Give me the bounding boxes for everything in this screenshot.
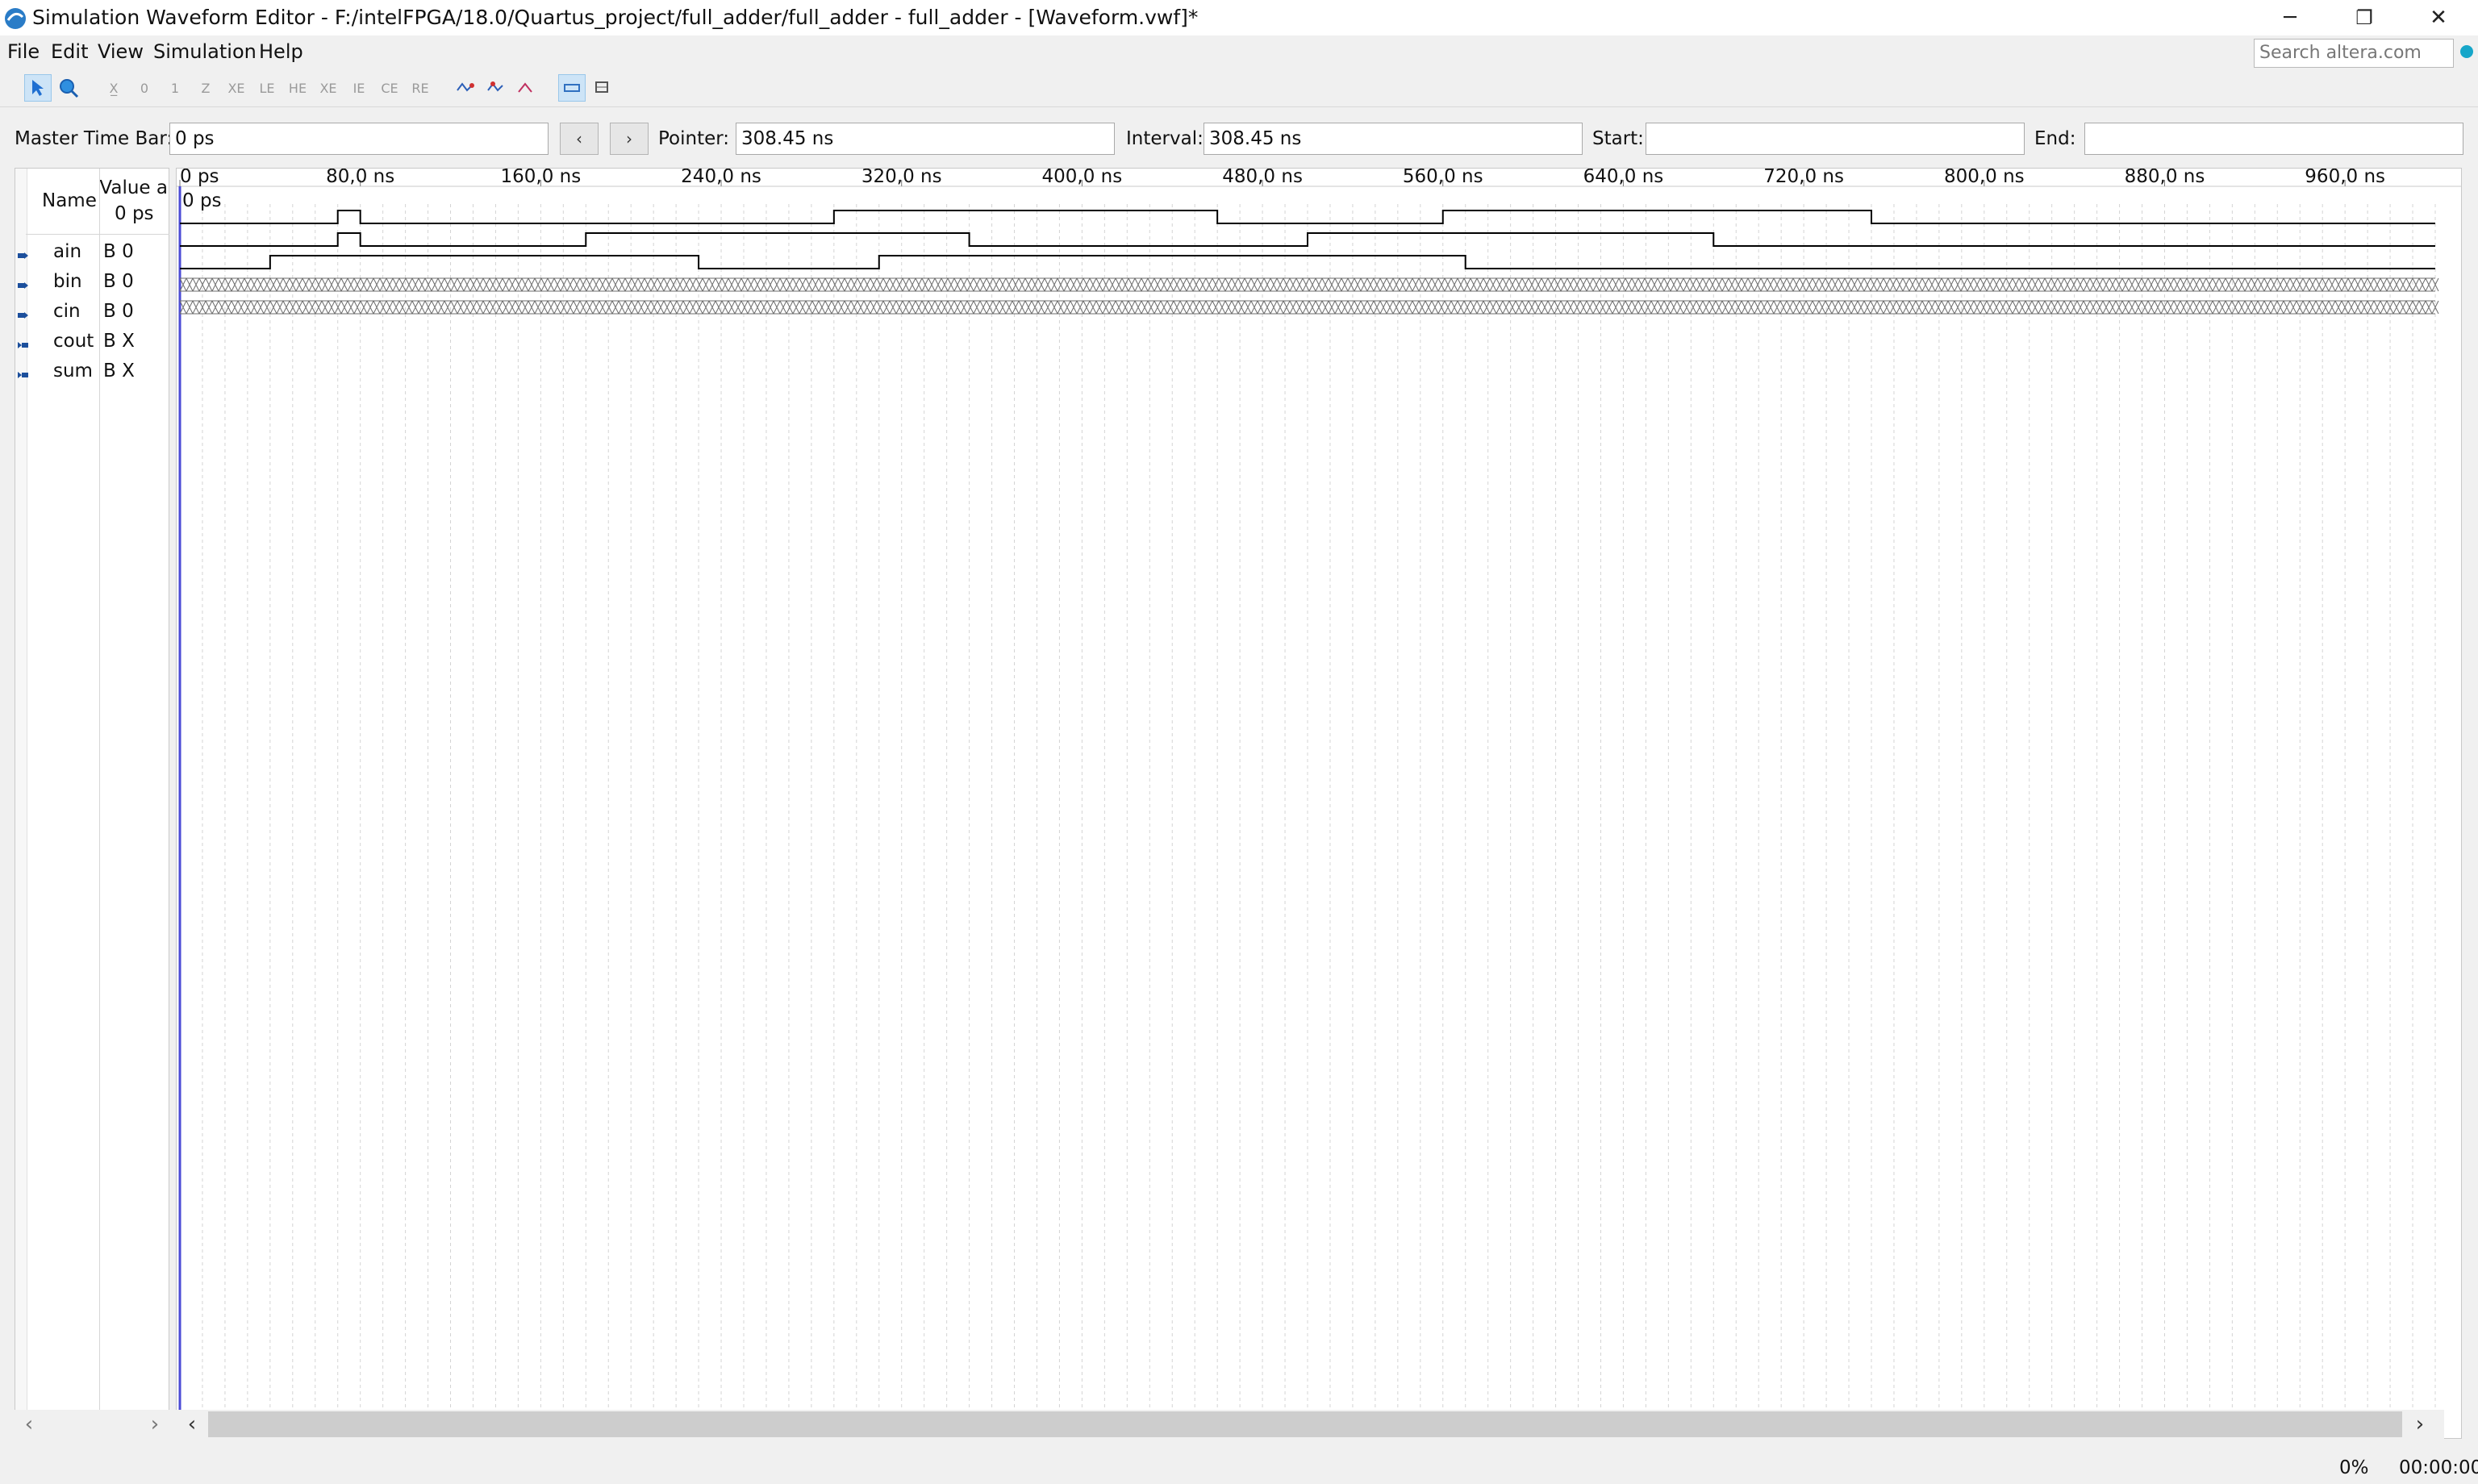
- scroll-right-icon[interactable]: ›: [140, 1410, 169, 1439]
- force-low-icon[interactable]: 0: [131, 74, 158, 102]
- random-values-icon[interactable]: [452, 74, 479, 102]
- tick-label: 480,0 ns: [1222, 169, 1303, 187]
- waveform-canvas[interactable]: 0 ps 80,0 ns 160,0 ns 240,0 ns 320,0 ns 400,0…: [177, 169, 2462, 1411]
- waveform-panel[interactable]: 0 ps 80,0 ns 160,0 ns 240,0 ns 320,0 ns 400,0…: [176, 168, 2462, 1439]
- signal-row-bin[interactable]: bin B 0: [15, 267, 169, 297]
- end-label: End:: [2034, 128, 2076, 149]
- tick-label: 880,0 ns: [2125, 169, 2205, 187]
- previous-transition-button[interactable]: ‹: [560, 123, 599, 155]
- app-icon: [3, 6, 27, 31]
- master-time-bar-field[interactable]: 0 ps: [169, 123, 549, 155]
- menu-edit[interactable]: Edit: [51, 39, 88, 65]
- next-transition-button[interactable]: ›: [610, 123, 649, 155]
- signal-row-cin[interactable]: cin B 0: [15, 297, 169, 327]
- value-column-header[interactable]: Value a: [100, 177, 168, 198]
- input-pin-icon: [18, 248, 29, 259]
- tick-label: 800,0 ns: [1944, 169, 2025, 187]
- tick-label: 640,0 ns: [1583, 169, 1664, 187]
- signal-row-sum[interactable]: sum B X: [15, 356, 169, 386]
- tick-label: 720,0 ns: [1763, 169, 1844, 187]
- start-label: Start:: [1592, 128, 1644, 149]
- pointer-label: Pointer:: [658, 128, 730, 149]
- close-button[interactable]: ✕: [2402, 0, 2475, 35]
- grid-options-icon[interactable]: [589, 74, 616, 102]
- tick-label: 240,0 ns: [681, 169, 761, 187]
- sort-icon[interactable]: [513, 74, 540, 102]
- tick-label: 960,0 ns: [2305, 169, 2385, 187]
- header-divider: [26, 234, 169, 235]
- tick-label: 400,0 ns: [1042, 169, 1123, 187]
- signal-name: sum: [53, 361, 93, 381]
- zoom-tool-icon[interactable]: [55, 74, 82, 102]
- signal-name: cin: [53, 301, 81, 322]
- force-high-icon[interactable]: 1: [161, 74, 189, 102]
- interval-field: 308.45 ns: [1204, 123, 1583, 155]
- input-pin-icon: [18, 307, 29, 319]
- horizontal-scrollbar-thumb[interactable]: [208, 1411, 2402, 1437]
- undefined-waveform-sum: [179, 300, 2439, 315]
- end-field: [2084, 123, 2463, 155]
- name-column-header[interactable]: Name: [42, 190, 97, 211]
- signal-row-cout[interactable]: cout B X: [15, 327, 169, 356]
- tick-label: 0 ps: [180, 169, 219, 187]
- window-title: Simulation Waveform Editor - F:/intelFPG…: [32, 6, 1199, 29]
- force-unknown-icon[interactable]: X̲: [100, 74, 127, 102]
- toolbar-divider: [0, 106, 2478, 107]
- search-go-icon[interactable]: [2460, 45, 2473, 58]
- overwrite-clock-icon[interactable]: RE: [407, 74, 434, 102]
- force-weak-high-icon[interactable]: HE: [284, 74, 311, 102]
- menu-help[interactable]: Help: [259, 39, 303, 65]
- wave-scroll-right-icon[interactable]: ›: [2405, 1410, 2434, 1439]
- undefined-waveform-cout: [179, 277, 2439, 292]
- count-value-icon[interactable]: CE: [376, 74, 403, 102]
- signal-name: cout: [53, 331, 94, 352]
- signal-value: B X: [103, 331, 135, 352]
- master-time-bar-label: Master Time Bar:: [15, 128, 173, 149]
- signal-value: B 0: [103, 241, 134, 262]
- status-progress: 0%: [2339, 1457, 2369, 1478]
- invert-icon[interactable]: IE: [345, 74, 373, 102]
- waveform-view-icon[interactable]: [558, 74, 586, 102]
- tick-label: 560,0 ns: [1403, 169, 1483, 187]
- start-field: [1646, 123, 2025, 155]
- signal-value: B 0: [103, 271, 134, 292]
- scroll-left-icon[interactable]: ‹: [15, 1410, 44, 1439]
- tick-label: 80,0 ns: [326, 169, 394, 187]
- signal-name: ain: [53, 241, 82, 262]
- search-input[interactable]: Search altera.com: [2254, 39, 2454, 68]
- tick-label: 160,0 ns: [501, 169, 582, 187]
- force-high-impedance-icon[interactable]: Z: [192, 74, 219, 102]
- restore-button[interactable]: ❐: [2328, 0, 2401, 35]
- output-pin-icon: [18, 367, 29, 378]
- status-elapsed-time: 00:00:00: [2399, 1457, 2478, 1478]
- signal-value: B 0: [103, 301, 134, 322]
- menu-bar: [0, 35, 2478, 68]
- wave-scroll-left-icon[interactable]: ‹: [177, 1410, 206, 1439]
- force-weak-unknown-icon[interactable]: XE: [223, 74, 250, 102]
- interval-label: Interval:: [1126, 128, 1204, 149]
- selection-tool-icon[interactable]: [24, 74, 52, 102]
- pointer-field: 308.45 ns: [736, 123, 1115, 155]
- minimize-button[interactable]: ─: [2254, 0, 2326, 35]
- tick-label: 320,0 ns: [861, 169, 942, 187]
- signal-value: B X: [103, 361, 135, 381]
- signal-name: bin: [53, 271, 82, 292]
- output-pin-icon: [18, 337, 29, 348]
- snap-to-grid-icon[interactable]: [482, 74, 510, 102]
- value-column-time: 0 ps: [115, 203, 154, 224]
- menu-view[interactable]: View: [98, 39, 144, 65]
- menu-simulation[interactable]: Simulation: [153, 39, 257, 65]
- force-dont-care-icon[interactable]: XE: [315, 74, 342, 102]
- time-bar-start-label: 0 ps: [182, 190, 222, 211]
- signal-row-ain[interactable]: ain B 0: [15, 237, 169, 267]
- input-pin-icon: [18, 277, 29, 289]
- force-weak-low-icon[interactable]: LE: [253, 74, 281, 102]
- menu-file[interactable]: File: [7, 39, 40, 65]
